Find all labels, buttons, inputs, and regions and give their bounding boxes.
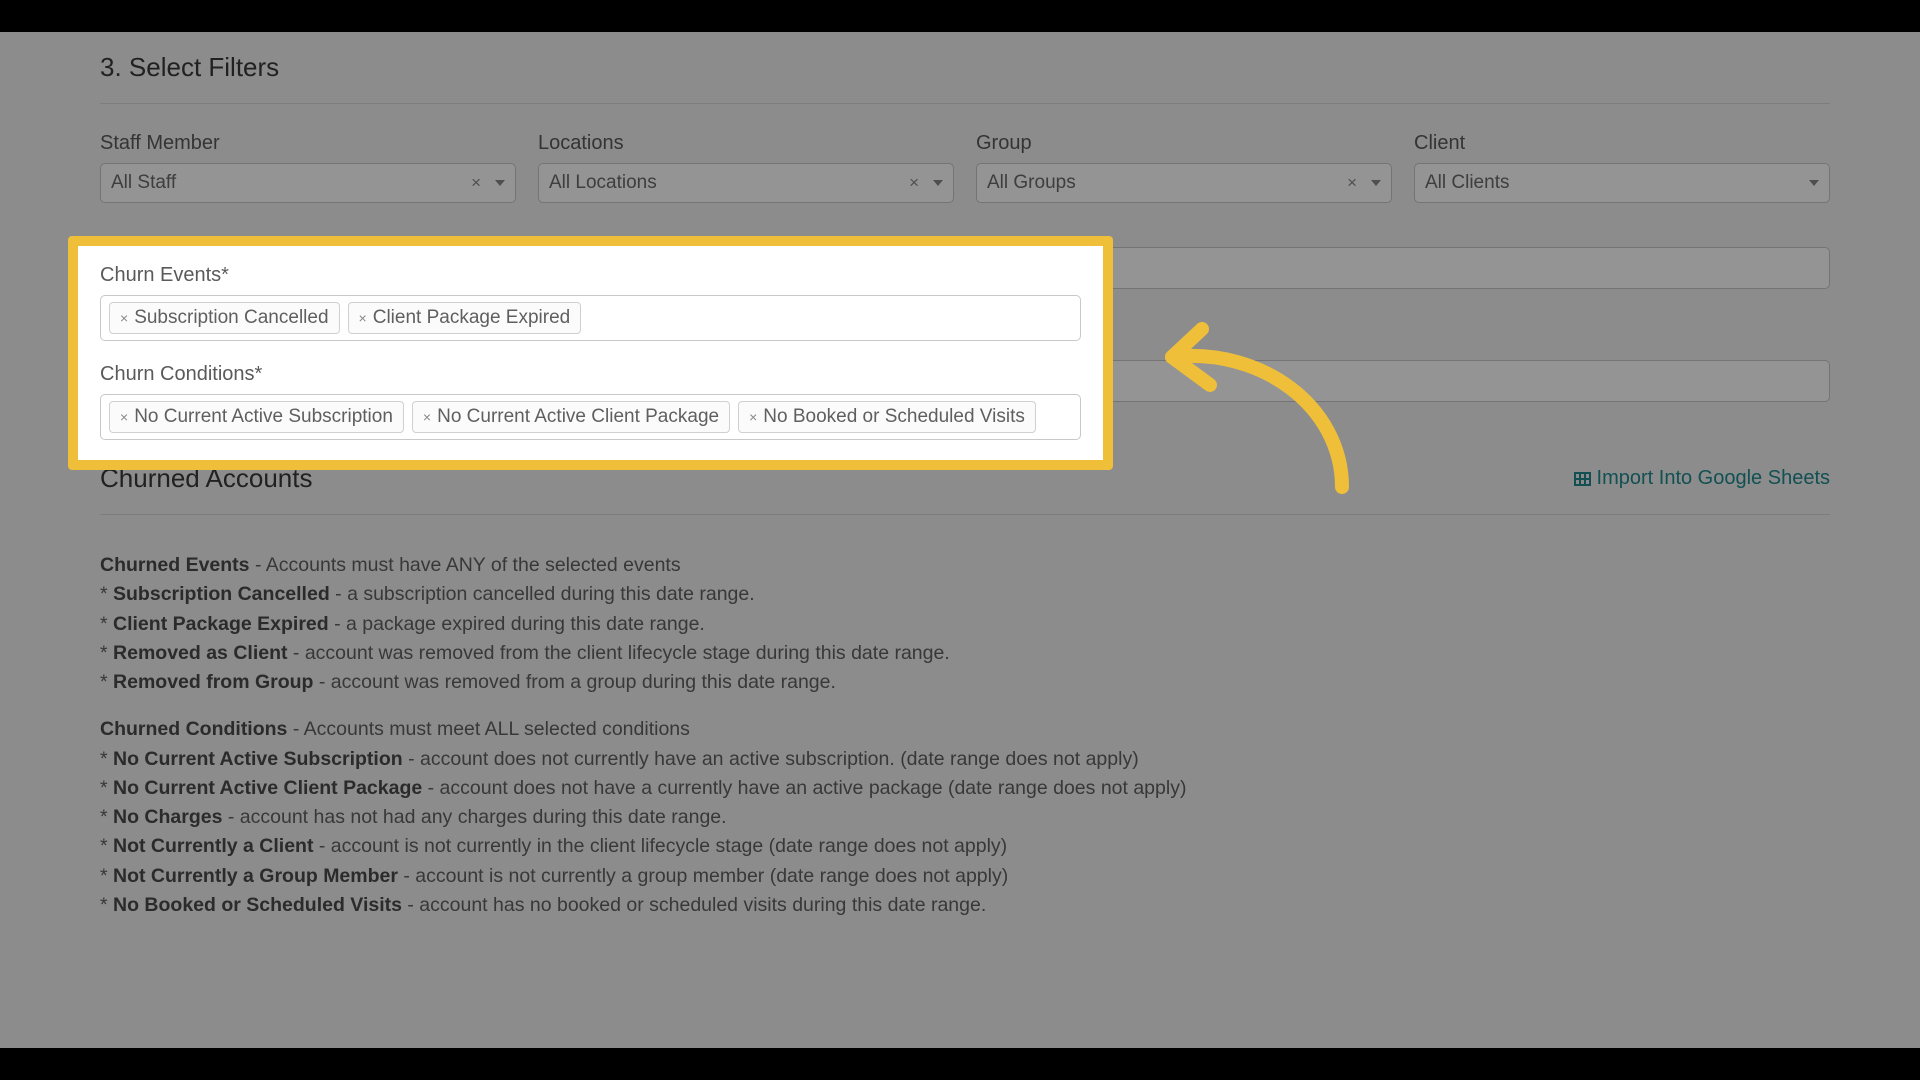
churn-events-field[interactable]: × Subscription Cancelled × Client Packag…	[100, 295, 1081, 341]
tag-no-active-client-package[interactable]: × No Current Active Client Package	[412, 401, 730, 433]
chevron-down-icon	[495, 180, 505, 186]
accounts-description: Churned Events - Accounts must have ANY …	[100, 551, 1830, 920]
remove-tag-icon[interactable]: ×	[120, 310, 128, 326]
desc-condition-line: * No Current Active Subscription - accou…	[100, 745, 1830, 774]
tag-label: No Booked or Scheduled Visits	[763, 406, 1025, 428]
filter-locations-label: Locations	[538, 132, 954, 155]
desc-events-intro: Churned Events - Accounts must have ANY …	[100, 551, 1830, 580]
divider	[100, 514, 1830, 515]
filter-row: Staff Member All Staff × Locations All L…	[100, 132, 1830, 203]
churn-filters-highlight: Churn Events* × Subscription Cancelled ×…	[68, 236, 1113, 470]
remove-tag-icon[interactable]: ×	[749, 409, 757, 425]
churn-conditions-field[interactable]: × No Current Active Subscription × No Cu…	[100, 394, 1081, 440]
filter-group-label: Group	[976, 132, 1392, 155]
clear-locations-icon[interactable]: ×	[901, 173, 927, 193]
tag-label: No Current Active Subscription	[134, 406, 393, 428]
app-stage: 3. Select Filters Staff Member All Staff…	[0, 32, 1920, 1048]
tag-no-booked-visits[interactable]: × No Booked or Scheduled Visits	[738, 401, 1036, 433]
tag-label: Subscription Cancelled	[134, 307, 328, 329]
client-select-value: All Clients	[1425, 172, 1803, 194]
desc-event-line: * Removed as Client - account was remove…	[100, 639, 1830, 668]
divider	[100, 103, 1830, 104]
tag-subscription-cancelled[interactable]: × Subscription Cancelled	[109, 302, 340, 334]
import-google-sheets-link[interactable]: Import Into Google Sheets	[1574, 467, 1830, 490]
filter-staff: Staff Member All Staff ×	[100, 132, 516, 203]
tag-no-active-subscription[interactable]: × No Current Active Subscription	[109, 401, 404, 433]
filter-client: Client All Clients	[1414, 132, 1830, 203]
client-select[interactable]: All Clients	[1414, 163, 1830, 203]
remove-tag-icon[interactable]: ×	[120, 409, 128, 425]
group-select[interactable]: All Groups ×	[976, 163, 1392, 203]
filter-staff-label: Staff Member	[100, 132, 516, 155]
remove-tag-icon[interactable]: ×	[359, 310, 367, 326]
import-link-label: Import Into Google Sheets	[1597, 467, 1830, 490]
desc-condition-line: * No Booked or Scheduled Visits - accoun…	[100, 891, 1830, 920]
tag-label: Client Package Expired	[373, 307, 571, 329]
staff-select[interactable]: All Staff ×	[100, 163, 516, 203]
desc-event-line: * Client Package Expired - a package exp…	[100, 610, 1830, 639]
group-select-value: All Groups	[987, 172, 1339, 194]
desc-conditions-intro: Churned Conditions - Accounts must meet …	[100, 715, 1830, 744]
locations-select[interactable]: All Locations ×	[538, 163, 954, 203]
remove-tag-icon[interactable]: ×	[423, 409, 431, 425]
filter-client-label: Client	[1414, 132, 1830, 155]
sheets-grid-icon	[1574, 472, 1591, 486]
content-area: 3. Select Filters Staff Member All Staff…	[100, 52, 1830, 920]
tag-client-package-expired[interactable]: × Client Package Expired	[348, 302, 582, 334]
clear-group-icon[interactable]: ×	[1339, 173, 1365, 193]
locations-select-value: All Locations	[549, 172, 901, 194]
filter-locations: Locations All Locations ×	[538, 132, 954, 203]
tag-label: No Current Active Client Package	[437, 406, 719, 428]
desc-event-line: * Subscription Cancelled - a subscriptio…	[100, 580, 1830, 609]
churn-conditions-label: Churn Conditions*	[100, 363, 1081, 386]
filter-group: Group All Groups ×	[976, 132, 1392, 203]
desc-condition-line: * No Current Active Client Package - acc…	[100, 774, 1830, 803]
desc-condition-line: * No Charges - account has not had any c…	[100, 803, 1830, 832]
staff-select-value: All Staff	[111, 172, 463, 194]
desc-condition-line: * Not Currently a Group Member - account…	[100, 862, 1830, 891]
churn-events-label: Churn Events*	[100, 264, 1081, 287]
chevron-down-icon	[933, 180, 943, 186]
chevron-down-icon	[1371, 180, 1381, 186]
chevron-down-icon	[1809, 180, 1819, 186]
section-title: 3. Select Filters	[100, 52, 1830, 83]
desc-event-line: * Removed from Group - account was remov…	[100, 668, 1830, 697]
clear-staff-icon[interactable]: ×	[463, 173, 489, 193]
desc-condition-line: * Not Currently a Client - account is no…	[100, 832, 1830, 861]
